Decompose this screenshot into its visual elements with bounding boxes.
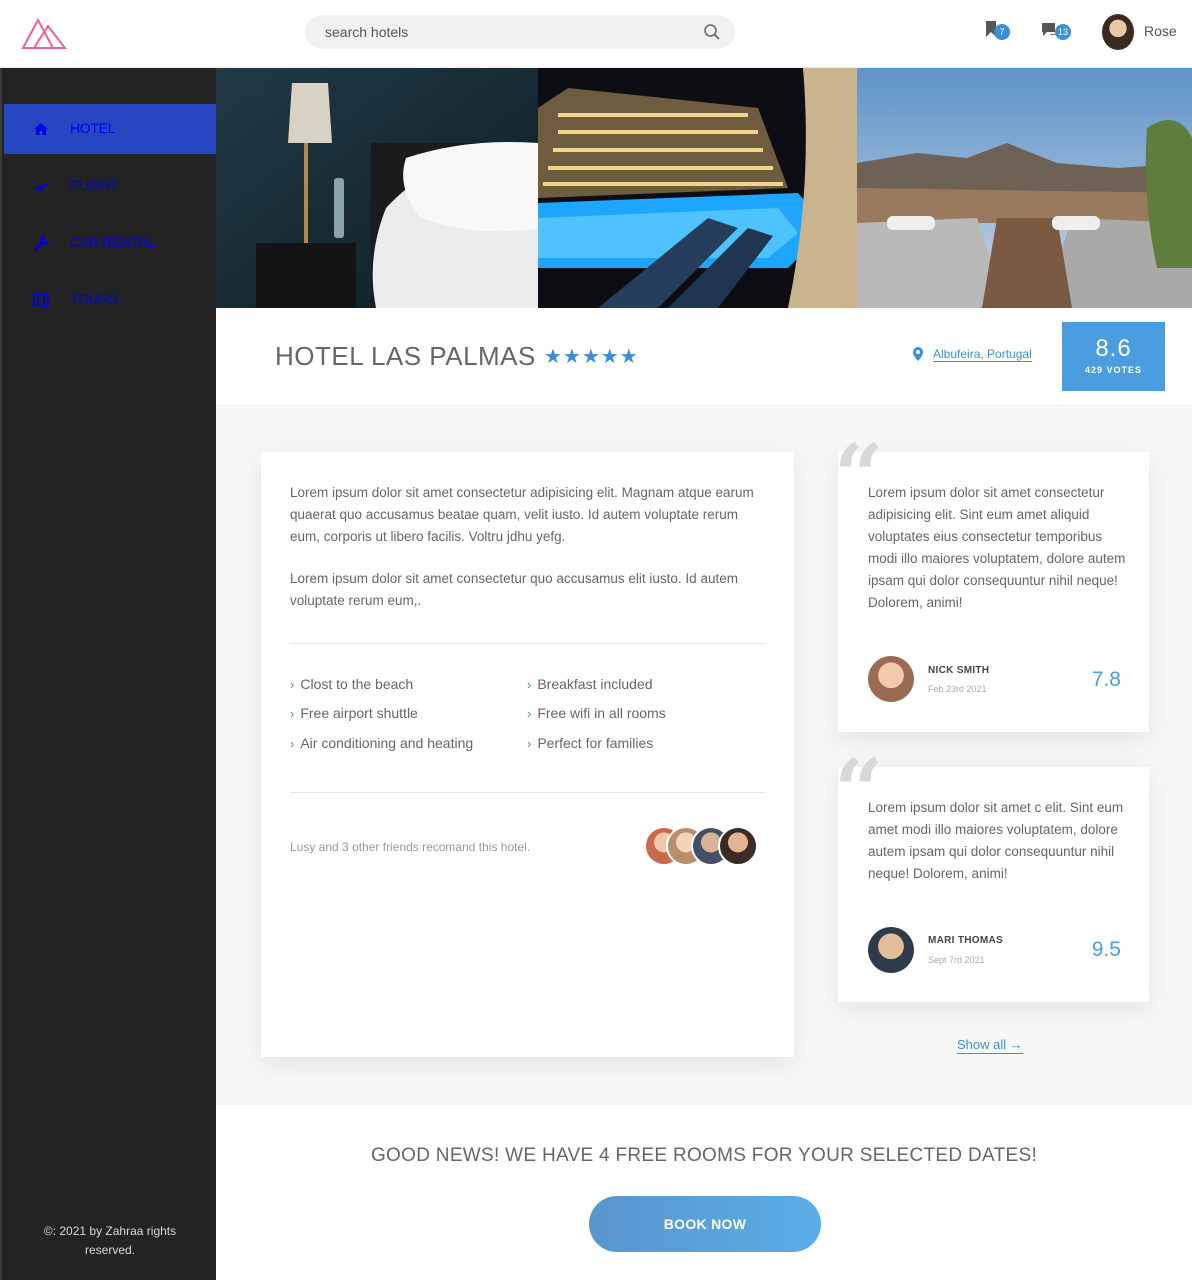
chevron-right-icon: › xyxy=(290,706,295,721)
review-card: “ Lorem ipsum dolor sit amet consectetur… xyxy=(834,434,1149,732)
review-card: “ Lorem ipsum dolor sit amet c elit. Sin… xyxy=(834,749,1149,1002)
arrow-right-icon: → xyxy=(1009,1037,1023,1052)
availability-message: GOOD NEWS! WE HAVE 4 FREE ROOMS FOR YOUR… xyxy=(370,1145,1038,1166)
messages-badge: 13 xyxy=(1055,24,1071,40)
user-name: Rose xyxy=(1144,23,1177,39)
review-text: Lorem ipsum dolor sit amet c elit. Sint … xyxy=(868,800,1124,881)
review-score: 7.8 xyxy=(1091,668,1121,691)
top-bar: 7 13 Rose xyxy=(0,0,1192,68)
reviewer-avatar xyxy=(868,927,914,973)
sidebar-item-label: HOTEL xyxy=(70,120,116,136)
review-score: 9.5 xyxy=(1091,938,1121,961)
feature-item: › Free airport shuttle xyxy=(290,705,418,721)
chevron-right-icon: › xyxy=(527,677,532,692)
search-icon[interactable] xyxy=(703,23,721,41)
messages-button[interactable]: 13 xyxy=(1041,20,1075,46)
page-title: HOTEL LAS PALMAS xyxy=(275,341,536,371)
gallery-photo-terrace[interactable] xyxy=(857,68,1192,308)
show-all-link[interactable]: Show all → xyxy=(957,1037,1023,1054)
chevron-right-icon: › xyxy=(290,677,295,692)
logo-icon[interactable] xyxy=(20,14,68,52)
feature-item: › Perfect for families xyxy=(527,735,654,751)
review-date: Feb 23rd 2021 xyxy=(928,684,987,694)
star-rating: ★★★★★ xyxy=(544,346,639,368)
sidebar-item-label: TOURS xyxy=(70,291,118,307)
bookmarks-button[interactable]: 7 xyxy=(985,20,1015,46)
rating-score: 8.6 xyxy=(1095,335,1132,362)
sidebar-item-flight[interactable]: FLIGHT xyxy=(4,161,218,211)
gallery-photo-bedroom[interactable] xyxy=(216,68,538,308)
sidebar-item-car-rental[interactable]: CAR RENTAL xyxy=(4,218,218,268)
location-link[interactable]: Albufeira, Portugal xyxy=(933,347,1032,362)
review-date: Sept 7rd 2021 xyxy=(928,955,985,965)
divider xyxy=(290,643,765,644)
description-paragraph: Lorem ipsum dolor sit amet consectetur q… xyxy=(290,571,738,608)
reviewer-name: NICK SMITH xyxy=(928,665,990,676)
wrench-icon xyxy=(34,236,49,251)
friend-avatar[interactable] xyxy=(718,826,758,866)
book-now-button[interactable]: BOOK NOW xyxy=(589,1196,821,1252)
description-paragraph: Lorem ipsum dolor sit amet consectetur a… xyxy=(290,485,754,544)
gallery-photo-pool[interactable] xyxy=(538,68,857,308)
sidebar: HOTEL FLIGHT CAR RENTAL TOURS ©: 2021 by… xyxy=(0,68,218,1280)
feature-item: › Free wifi in all rooms xyxy=(527,705,666,721)
reviewer-avatar xyxy=(868,656,914,702)
sidebar-item-label: FLIGHT xyxy=(70,177,118,193)
photo-gallery xyxy=(216,68,1192,308)
bookmarks-badge: 7 xyxy=(994,24,1010,40)
search-bar xyxy=(305,15,735,49)
sidebar-item-tours[interactable]: TOURS xyxy=(4,275,218,325)
hotel-details-card: Lorem ipsum dolor sit amet consectetur a… xyxy=(261,452,794,1057)
avatar xyxy=(1102,14,1134,50)
sidebar-item-label: CAR RENTAL xyxy=(70,234,155,250)
rating-votes: 429 VOTES xyxy=(1084,365,1143,375)
review-text: Lorem ipsum dolor sit amet consectetur a… xyxy=(868,485,1126,610)
search-input[interactable] xyxy=(325,15,695,49)
divider xyxy=(290,792,765,793)
sidebar-item-hotel[interactable]: HOTEL xyxy=(4,104,218,154)
show-all-label: Show all xyxy=(957,1037,1007,1052)
location-pin-icon xyxy=(913,347,923,361)
reviewer-name: MARI THOMAS xyxy=(928,935,1003,946)
home-icon xyxy=(34,123,48,135)
feature-item: › Breakfast included xyxy=(527,676,653,692)
map-icon xyxy=(33,292,49,308)
booking-section: GOOD NEWS! WE HAVE 4 FREE ROOMS FOR YOUR… xyxy=(216,1104,1192,1280)
content-area: Lorem ipsum dolor sit amet consectetur a… xyxy=(216,407,1192,1104)
feature-item: › Air conditioning and heating xyxy=(290,735,474,751)
chevron-right-icon: › xyxy=(290,736,295,751)
chevron-right-icon: › xyxy=(527,706,532,721)
hotel-header: HOTEL LAS PALMAS ★★★★★ Albufeira, Portug… xyxy=(216,308,1192,406)
plane-icon xyxy=(34,183,48,191)
copyright-text: ©: 2021 by Zahraa rights reserved. xyxy=(43,1224,177,1257)
chevron-right-icon: › xyxy=(527,736,532,751)
rating-badge: 8.6 429 VOTES xyxy=(1062,322,1165,391)
feature-item: › Clost to the beach xyxy=(290,676,414,692)
friends-recommend-text: Lusy and 3 other friends recomand this h… xyxy=(290,840,531,854)
